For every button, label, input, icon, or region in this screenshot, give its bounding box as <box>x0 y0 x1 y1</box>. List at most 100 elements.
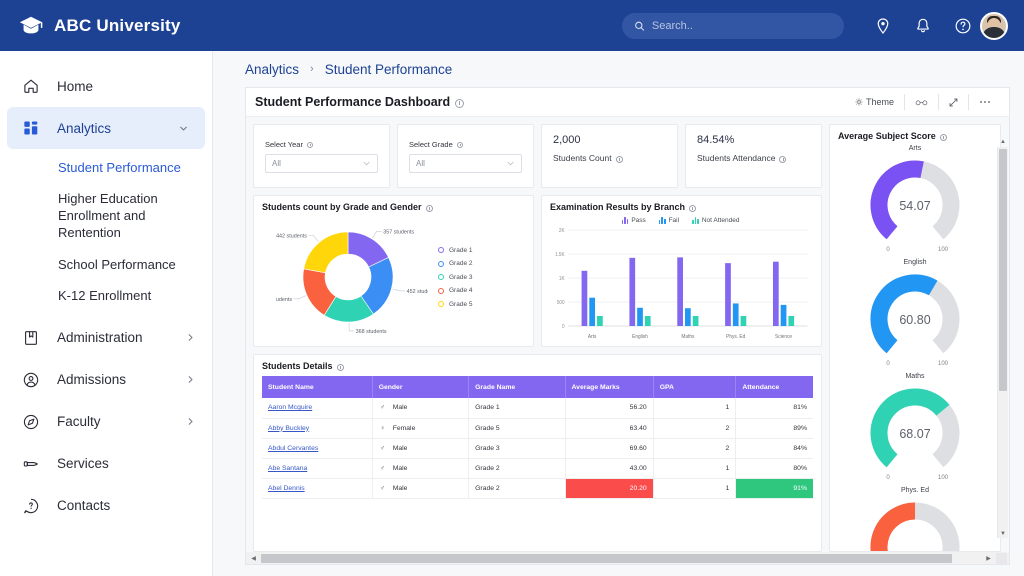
svg-text:68.07: 68.07 <box>899 427 930 441</box>
legend-item[interactable]: Grade 3 <box>438 274 473 281</box>
scroll-down-arrow[interactable]: ▼ <box>998 528 1008 539</box>
horizontal-scroll-thumb[interactable] <box>261 554 952 563</box>
sidebar-subitem-k12-enrollment[interactable]: K-12 Enrollment <box>0 280 212 311</box>
cell-attendance: 84% <box>736 438 813 458</box>
sidebar-item-services[interactable]: Services <box>0 443 212 485</box>
table-column-header[interactable]: Gender <box>372 376 468 398</box>
location-pin-icon[interactable] <box>874 17 892 35</box>
info-icon[interactable] <box>616 156 623 163</box>
expand-arrows-icon <box>949 98 958 107</box>
breadcrumb-current[interactable]: Student Performance <box>325 62 453 77</box>
cell-student-name[interactable]: Abby Buckley <box>262 418 372 438</box>
bar-chart-plot[interactable]: 05001K1.5K2KArtsEnglishMathsPhys. EdScie… <box>548 226 813 344</box>
student-name-link[interactable]: Abe Santana <box>268 465 307 472</box>
info-icon[interactable] <box>337 364 344 371</box>
info-icon[interactable] <box>779 156 786 163</box>
more-options-button[interactable] <box>968 94 1001 110</box>
cell-gender: ♂Male <box>372 398 468 418</box>
scroll-left-arrow[interactable]: ◀ <box>248 555 259 562</box>
sidebar-subitem-student-performance[interactable]: Student Performance <box>0 152 212 183</box>
scroll-right-arrow[interactable]: ▶ <box>983 555 994 562</box>
chevron-right-icon[interactable] <box>185 332 196 343</box>
select-year-value: All <box>272 159 362 168</box>
chevron-down-icon[interactable] <box>178 123 189 134</box>
view-mode-button[interactable] <box>904 94 938 110</box>
gauge-svg[interactable]: 60.800100 <box>835 267 995 371</box>
breadcrumb-parent[interactable]: Analytics <box>245 62 299 77</box>
bell-icon[interactable] <box>914 17 932 35</box>
gauge-svg[interactable]: 54.070100 <box>835 153 995 257</box>
info-icon[interactable] <box>940 134 947 141</box>
table-column-header[interactable]: Grade Name <box>469 376 565 398</box>
brand[interactable]: ABC University <box>18 13 181 39</box>
app-root: ABC University <box>0 0 1024 576</box>
table-column-header[interactable]: GPA <box>653 376 736 398</box>
sidebar-item-analytics[interactable]: Analytics <box>7 107 205 149</box>
legend-item[interactable]: Fail <box>659 217 679 224</box>
theme-button[interactable]: Theme <box>845 94 904 110</box>
search-box[interactable] <box>622 13 844 39</box>
info-icon[interactable] <box>307 142 313 148</box>
student-name-link[interactable]: Abby Buckley <box>268 425 309 432</box>
svg-text:0: 0 <box>562 324 565 330</box>
student-name-link[interactable]: Aaron Mcguire <box>268 404 312 411</box>
sidebar-item-contacts[interactable]: Contacts <box>0 485 212 527</box>
home-icon <box>22 77 40 95</box>
canvas-vertical-scrollbar[interactable]: ▲ ▼ <box>997 147 1008 538</box>
table-row[interactable]: Aaron Mcguire♂MaleGrade 156.20181% <box>262 398 813 418</box>
info-icon[interactable] <box>689 205 696 212</box>
vertical-scroll-thumb[interactable] <box>999 149 1007 391</box>
canvas-horizontal-scrollbar[interactable]: ◀ ▶ <box>245 552 1010 565</box>
info-icon[interactable] <box>457 142 463 148</box>
gauge-svg[interactable]: 68.070100 <box>835 381 995 485</box>
fullscreen-button[interactable] <box>938 94 968 110</box>
avatar[interactable] <box>980 12 1008 40</box>
donut-svg[interactable]: 357 students452 students368 students381 … <box>276 216 428 338</box>
chevron-right-icon[interactable] <box>185 374 196 385</box>
legend-item[interactable]: Not Attended <box>692 217 739 224</box>
legend-item[interactable]: Pass <box>622 217 646 224</box>
table-column-header[interactable]: Average Marks <box>565 376 653 398</box>
sidebar-item-administration[interactable]: Administration <box>0 317 212 359</box>
legend-item[interactable]: Grade 1 <box>438 247 473 254</box>
sidebar-item-faculty[interactable]: Faculty <box>0 401 212 443</box>
cell-student-name[interactable]: Abdul Cervantes <box>262 438 372 458</box>
legend-item[interactable]: Grade 2 <box>438 260 473 267</box>
select-grade-dropdown[interactable]: All <box>409 154 522 173</box>
legend-item[interactable]: Grade 5 <box>438 301 473 308</box>
cell-student-name[interactable]: Aaron Mcguire <box>262 398 372 418</box>
sidebar-item-label: Faculty <box>57 414 168 429</box>
scroll-up-arrow[interactable]: ▲ <box>998 136 1008 147</box>
legend-item[interactable]: Grade 4 <box>438 287 473 294</box>
sidebar-subitem-school-performance[interactable]: School Performance <box>0 249 212 280</box>
card-title: Average Subject Score <box>830 125 1000 141</box>
gauge-svg[interactable]: 0100 <box>835 495 995 551</box>
help-circle-icon[interactable] <box>954 17 972 35</box>
select-year-dropdown[interactable]: All <box>265 154 378 173</box>
table-row[interactable]: Abby Buckley♀FemaleGrade 563.40289% <box>262 418 813 438</box>
chevron-right-icon[interactable] <box>185 416 196 427</box>
table-column-header[interactable]: Attendance <box>736 376 813 398</box>
sidebar-subitem-higher-education[interactable]: Higher Education Enrollment and Rententi… <box>0 183 212 248</box>
student-name-link[interactable]: Abel Dennis <box>268 485 305 492</box>
students-table-wrap: Student NameGenderGrade NameAverage Mark… <box>254 371 821 551</box>
filter-label-text: Select Grade <box>409 140 453 149</box>
table-column-header[interactable]: Student Name <box>262 376 372 398</box>
filter-select-grade: Select Grade All <box>397 124 534 188</box>
table-row[interactable]: Abdul Cervantes♂MaleGrade 369.60284% <box>262 438 813 458</box>
sidebar-item-home[interactable]: Home <box>0 65 212 107</box>
cell-student-name[interactable]: Abe Santana <box>262 458 372 478</box>
sidebar-item-admissions[interactable]: Admissions <box>0 359 212 401</box>
table-row[interactable]: Abe Santana♂MaleGrade 243.00180% <box>262 458 813 478</box>
gender-label: Male <box>393 404 408 411</box>
cell-average-marks: 20.20 <box>565 478 653 498</box>
info-icon[interactable] <box>455 99 464 108</box>
search-input[interactable] <box>652 20 832 32</box>
svg-text:0: 0 <box>886 247 890 253</box>
sidebar-subnav-analytics: Student Performance Higher Education Enr… <box>0 149 212 317</box>
table-row[interactable]: Abel Dennis♂MaleGrade 220.20191% <box>262 478 813 498</box>
info-icon[interactable] <box>426 205 433 212</box>
cell-student-name[interactable]: Abel Dennis <box>262 478 372 498</box>
horizontal-scroll-track[interactable] <box>261 554 981 563</box>
student-name-link[interactable]: Abdul Cervantes <box>268 445 318 452</box>
